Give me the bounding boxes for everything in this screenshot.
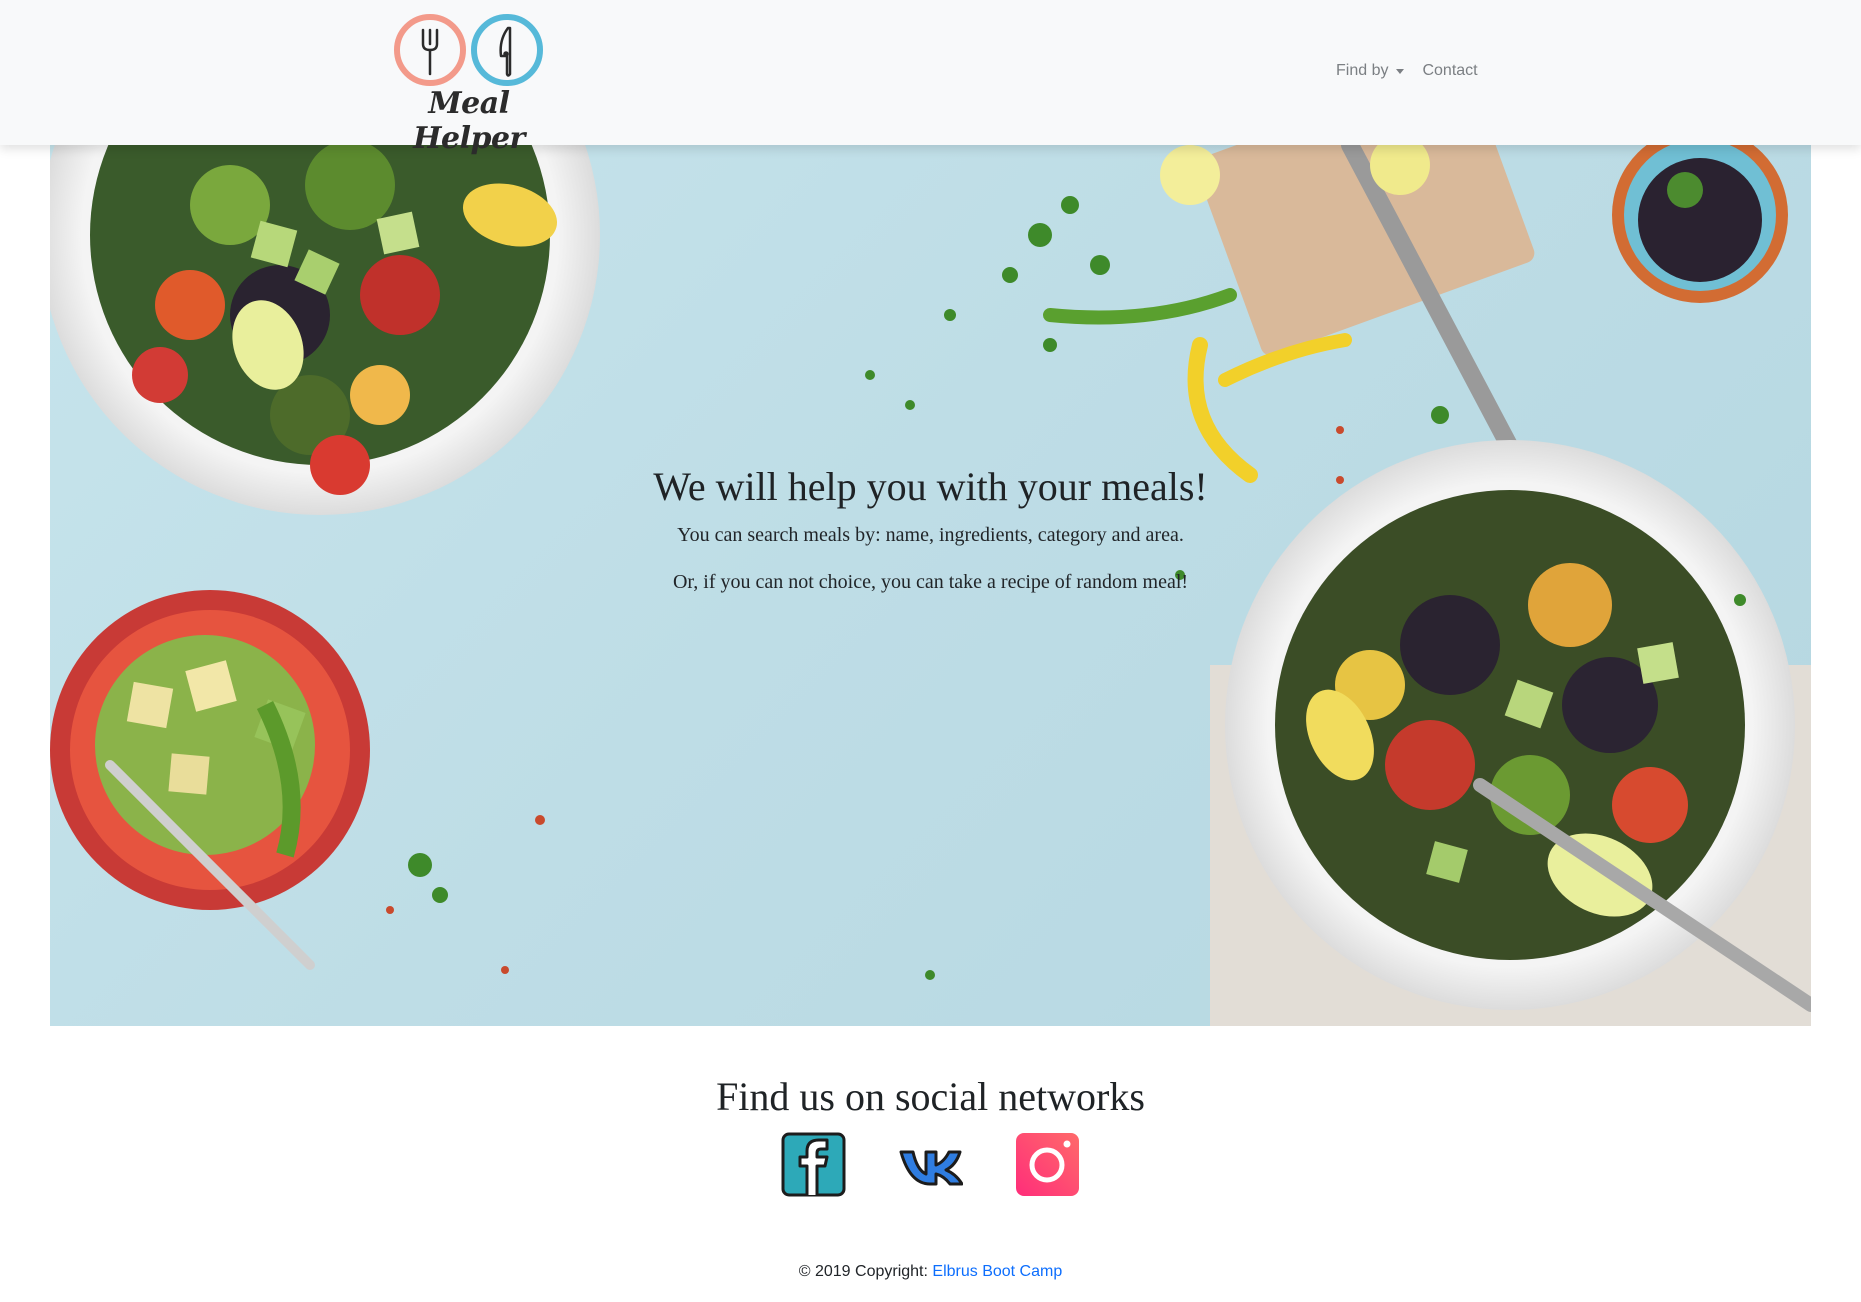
navbar: Meal Helper Find by Contact — [0, 0, 1861, 156]
footer: © 2019 Copyright: Elbrus Boot Camp — [0, 1263, 1861, 1281]
hero-text: We will help you with your meals! You ca… — [50, 463, 1811, 618]
logo-text: Meal Helper — [413, 86, 525, 156]
footer-link[interactable]: Elbrus Boot Camp — [932, 1263, 1062, 1280]
vk-icon[interactable] — [898, 1132, 964, 1197]
knife-icon — [499, 26, 512, 77]
footer-copyright: © 2019 Copyright: — [798, 1263, 933, 1280]
instagram-icon[interactable] — [1015, 1132, 1080, 1197]
hero-line-random: Or, if you can not choice, you can take … — [672, 571, 1189, 593]
find-by-dropdown[interactable]: Find by — [1336, 62, 1405, 80]
nav-links: Find by Contact — [1336, 62, 1478, 80]
contact-link[interactable]: Contact — [1422, 62, 1477, 80]
find-by-label: Find by — [1336, 62, 1389, 79]
facebook-icon[interactable] — [781, 1132, 846, 1197]
hero-line-search: You can search meals by: name, ingredien… — [677, 524, 1184, 546]
chevron-down-icon — [1396, 68, 1405, 74]
social-title: Find us on social networks — [716, 1074, 1145, 1119]
hero-banner: We will help you with your meals! You ca… — [50, 145, 1811, 1026]
social-icons — [0, 1132, 1861, 1197]
hero-title: We will help you with your meals! — [653, 464, 1208, 509]
fork-icon — [421, 28, 439, 76]
brand-logo[interactable]: Meal Helper — [372, 10, 562, 156]
